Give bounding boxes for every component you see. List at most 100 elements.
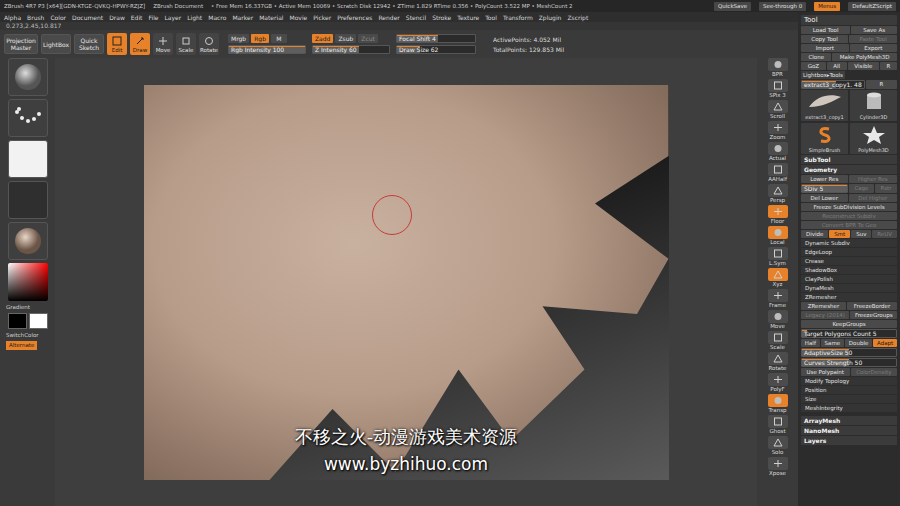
menu-item[interactable]: Document — [72, 14, 103, 21]
panel-subsection[interactable]: Modify Topology — [801, 377, 897, 385]
zsub-toggle[interactable]: Zsub — [335, 34, 356, 43]
xpose-button[interactable]: Xpose — [768, 457, 788, 477]
panel-subsection[interactable]: EdgeLoop — [801, 248, 897, 256]
ghost-button[interactable]: Ghost — [768, 415, 788, 435]
lightbox-button[interactable]: LightBox — [41, 34, 71, 54]
use-polypaint-button[interactable]: Use Polypaint — [801, 368, 850, 376]
double-button[interactable]: Double — [845, 339, 872, 347]
secondary-color-swatch[interactable] — [29, 313, 48, 329]
menu-item[interactable]: Tool — [485, 14, 497, 21]
rgb-toggle[interactable]: Rgb — [251, 34, 269, 43]
same-button[interactable]: Same — [821, 339, 844, 347]
color-picker[interactable] — [8, 263, 48, 301]
menu-item[interactable]: Preferences — [337, 14, 372, 21]
r-button[interactable]: R — [880, 62, 897, 70]
viewport-canvas[interactable]: 不移之火-动漫游戏美术资源www.byzhihuo.com — [144, 85, 669, 480]
freeze-subdivision-levels-button[interactable]: Freeze SubDivision Levels — [801, 203, 897, 211]
menu-item[interactable]: Marker — [232, 14, 253, 21]
edit-mode-button[interactable]: Edit — [107, 33, 127, 55]
move-button[interactable]: Move — [768, 310, 788, 330]
lightbox-link[interactable]: Lightbox▸Tools — [801, 71, 845, 79]
divide-button[interactable]: Divide — [801, 230, 828, 238]
menu-item[interactable]: Light — [187, 14, 202, 21]
solo-button[interactable]: Solo — [768, 436, 788, 456]
tool-thumbnail[interactable]: extract3_copy1 — [801, 90, 848, 121]
zoom-button[interactable]: Zoom — [768, 121, 788, 141]
tool-thumbnail[interactable]: Cylinder3D — [850, 90, 897, 121]
alternate-button[interactable]: Alternate — [6, 341, 37, 350]
copy-tool-button[interactable]: Copy Tool — [801, 35, 848, 43]
menu-item[interactable]: Alpha — [4, 14, 21, 21]
brush-thumbnail[interactable] — [8, 58, 48, 96]
xyz-button[interactable]: Xyz — [768, 268, 788, 288]
menu-item[interactable]: Macro — [208, 14, 226, 21]
del-higher-button[interactable]: Del Higher — [849, 194, 897, 202]
colordensity-button[interactable]: ColorDensity — [851, 368, 897, 376]
scroll-button[interactable]: Scroll — [768, 100, 788, 120]
menu-item[interactable]: Texture — [457, 14, 479, 21]
clone-button[interactable]: Clone — [801, 53, 831, 61]
menu-item[interactable]: Layer — [165, 14, 182, 21]
save-as-button[interactable]: Save As — [851, 26, 897, 34]
adaptivesize-50-slider[interactable]: AdaptiveSize 50 — [801, 348, 897, 357]
r-button[interactable]: R — [866, 80, 897, 89]
texture-thumbnail[interactable] — [8, 181, 48, 219]
panel-subsection[interactable]: ZRemesher — [801, 293, 897, 301]
menu-item[interactable]: Transform — [503, 14, 533, 21]
move-mode-button[interactable]: Move — [153, 33, 173, 55]
panel-subsection[interactable]: ShadowBox — [801, 266, 897, 274]
quick-sketch-button[interactable]: Quick Sketch — [74, 34, 104, 54]
lower-res-button[interactable]: Lower Res — [801, 175, 848, 183]
menu-item[interactable]: Movie — [290, 14, 308, 21]
gradient-label[interactable]: Gradient — [0, 304, 30, 310]
rstr-button[interactable]: Rstr — [875, 184, 897, 193]
zcut-toggle[interactable]: Zcut — [358, 34, 378, 43]
panel-subsection[interactable]: Dynamic Subdiv — [801, 239, 897, 247]
smt-button[interactable]: Smt — [829, 230, 850, 238]
convert-bpr-to-geo-button[interactable]: Convert BPR To Geo — [801, 221, 897, 229]
panel-header[interactable]: Geometry — [801, 165, 897, 174]
bpr-button[interactable]: BPR — [768, 58, 788, 78]
freezegroups-button[interactable]: FreezeGroups — [850, 311, 897, 319]
switch-color-label[interactable]: SwitchColor — [0, 332, 39, 338]
l-sym-button[interactable]: L.Sym — [768, 247, 788, 267]
scale-button[interactable]: Scale — [768, 331, 788, 351]
m-toggle[interactable]: M — [271, 34, 287, 43]
sdiv-5-slider[interactable]: SDiv 5 — [801, 184, 848, 193]
menu-item[interactable]: Stencil — [406, 14, 426, 21]
z-intensity-60-slider[interactable]: Z Intensity 60 — [312, 45, 390, 54]
load-tool-button[interactable]: Load Tool — [801, 26, 850, 34]
all-button[interactable]: All — [827, 62, 847, 70]
reuv-button[interactable]: ReUV — [872, 230, 897, 238]
suv-button[interactable]: Suv — [851, 230, 871, 238]
higher-res-button[interactable]: Higher Res — [849, 175, 897, 183]
zadd-toggle[interactable]: Zadd — [312, 34, 333, 43]
zremesher-button[interactable]: ZRemesher — [801, 302, 846, 310]
reconstruct-subdiv-button[interactable]: Reconstruct Subdiv — [801, 212, 897, 220]
see-through-0-button[interactable]: See-through 0 — [759, 2, 806, 11]
curves-strength-50-slider[interactable]: Curves Strength 50 — [801, 358, 897, 367]
menu-item[interactable]: Color — [50, 14, 66, 21]
del-lower-button[interactable]: Del Lower — [801, 194, 848, 202]
menu-item[interactable]: Zscript — [567, 14, 588, 21]
import-button[interactable]: Import — [801, 44, 849, 52]
scale-mode-button[interactable]: Scale — [176, 33, 196, 55]
goz-button[interactable]: GoZ — [801, 62, 826, 70]
draw-size-62-slider[interactable]: Draw Size 62 — [396, 45, 476, 54]
panel-subsection[interactable]: MeshIntegrity — [801, 404, 897, 412]
menu-item[interactable]: File — [148, 14, 158, 21]
half-button[interactable]: Half — [801, 339, 820, 347]
menu-item[interactable]: Stroke — [432, 14, 451, 21]
actual-button[interactable]: Actual — [768, 142, 788, 162]
floor-button[interactable]: Floor — [768, 205, 788, 225]
export-button[interactable]: Export — [850, 44, 897, 52]
paste-tool-button[interactable]: Paste Tool — [849, 35, 897, 43]
menus-button[interactable]: Menus — [814, 2, 840, 11]
frame-button[interactable]: Frame — [768, 289, 788, 309]
local-button[interactable]: Local — [768, 226, 788, 246]
menu-item[interactable]: Draw — [109, 14, 125, 21]
panel-header[interactable]: ArrayMesh — [801, 416, 897, 425]
persp-button[interactable]: Persp — [768, 184, 788, 204]
panel-header[interactable]: Layers — [801, 436, 897, 445]
stroke-thumbnail[interactable] — [8, 99, 48, 137]
